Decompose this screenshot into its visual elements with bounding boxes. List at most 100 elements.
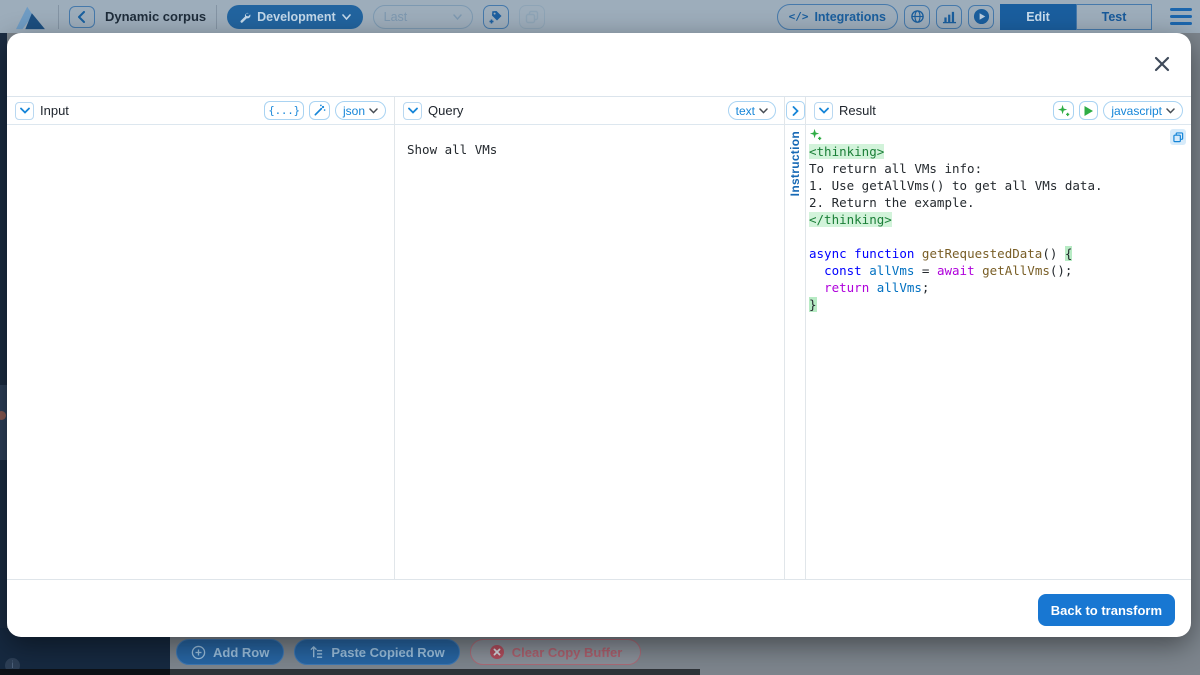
input-panel: Input {...} json	[7, 97, 395, 579]
paste-copied-row-label: Paste Copied Row	[331, 645, 444, 660]
query-editor[interactable]: Show all VMs	[395, 125, 784, 579]
app-logo[interactable]	[12, 3, 48, 31]
result-panel-header: Result	[806, 97, 1191, 125]
instruction-strip: Instruction	[785, 97, 806, 579]
bar-chart-icon	[942, 10, 957, 24]
copy-icon	[525, 10, 539, 24]
wrench-icon	[239, 11, 251, 23]
background-table-actions: Add Row Paste Copied Row Clear Copy Buff…	[176, 639, 641, 665]
hamburger-menu-icon[interactable]	[1170, 8, 1192, 25]
chevron-down-icon	[408, 107, 418, 114]
query-format-value: text	[736, 104, 755, 118]
chevron-down-icon	[369, 108, 378, 114]
chevron-down-icon	[342, 14, 351, 20]
app-screen: Dynamic corpus Development Last	[0, 0, 1200, 675]
globe-icon	[910, 9, 925, 24]
background-footer-dark	[0, 669, 170, 675]
copy-icon	[1173, 132, 1184, 143]
clear-copy-buffer-button[interactable]: Clear Copy Buffer	[470, 639, 642, 665]
play-circle-icon	[973, 8, 990, 25]
last-select[interactable]: Last	[373, 5, 473, 29]
chevron-right-icon	[792, 106, 799, 116]
development-dropdown[interactable]: Development	[227, 5, 363, 29]
result-panel: Result	[806, 97, 1191, 579]
result-format-select[interactable]: javascript	[1103, 101, 1183, 120]
edit-tab[interactable]: Edit	[1000, 4, 1076, 30]
globe-button[interactable]	[904, 5, 930, 29]
add-row-button[interactable]: Add Row	[176, 639, 284, 665]
magic-wand-icon	[313, 104, 326, 117]
development-label: Development	[257, 10, 336, 24]
result-code-lines: <thinking>To return all VMs info:1. Use …	[809, 143, 1187, 313]
result-collapse-toggle[interactable]	[814, 102, 833, 120]
sparkles-icon	[1057, 104, 1070, 117]
instruction-tab[interactable]: Instruction	[788, 131, 802, 196]
close-button[interactable]	[1151, 53, 1173, 75]
add-tag-button[interactable]	[483, 5, 509, 29]
chevron-left-icon	[77, 11, 87, 23]
chevron-down-icon	[453, 14, 462, 20]
play-icon	[1083, 105, 1094, 117]
topbar-left-group: Dynamic corpus Development Last	[12, 0, 545, 33]
chevron-down-icon	[819, 107, 829, 114]
input-panel-header: Input {...} json	[7, 97, 394, 125]
sidebar-highlight	[0, 385, 7, 460]
x-circle-icon	[489, 644, 505, 660]
sparkles-icon[interactable]	[809, 128, 822, 141]
chevron-down-icon	[759, 108, 768, 114]
code-brackets-icon: </>	[789, 10, 809, 23]
result-header-actions: javascript	[1053, 101, 1183, 120]
query-header-actions: text	[728, 101, 776, 120]
result-editor-toolbar	[809, 128, 1187, 143]
input-collapse-toggle[interactable]	[15, 102, 34, 120]
topbar: Dynamic corpus Development Last	[0, 0, 1200, 33]
input-panel-title: Input	[40, 103, 69, 118]
query-panel-header: Query text	[395, 97, 784, 125]
chevron-down-icon	[1166, 108, 1175, 114]
paste-icon	[309, 645, 324, 660]
add-row-label: Add Row	[213, 645, 269, 660]
last-select-value: Last	[384, 10, 408, 24]
input-header-actions: {...} json	[264, 101, 386, 120]
chevron-down-icon	[20, 107, 30, 114]
topbar-divider	[58, 5, 59, 29]
integrations-label: Integrations	[814, 10, 886, 24]
result-panel-title: Result	[839, 103, 876, 118]
input-format-select[interactable]: json	[335, 101, 386, 120]
close-icon	[1153, 55, 1171, 73]
copy-button[interactable]	[519, 5, 545, 29]
query-panel: Query text Show all VMs	[395, 97, 785, 579]
transform-preview-modal: Input {...} json	[7, 33, 1191, 637]
integrations-button[interactable]: </> Integrations	[777, 4, 898, 30]
input-format-value: json	[343, 104, 365, 118]
generate-button[interactable]	[1053, 101, 1074, 120]
copy-result-button[interactable]	[1170, 129, 1186, 145]
topbar-divider	[216, 5, 217, 29]
back-button[interactable]	[69, 6, 95, 28]
edit-test-toggle: Edit Test	[1000, 4, 1152, 30]
tag-plus-icon	[488, 9, 504, 25]
panel-area: Input {...} json	[7, 96, 1191, 580]
result-format-value: javascript	[1111, 104, 1162, 118]
instruction-strip-header	[785, 97, 805, 125]
expand-panel-button[interactable]	[786, 101, 805, 120]
paste-copied-row-button[interactable]: Paste Copied Row	[294, 639, 459, 665]
query-collapse-toggle[interactable]	[403, 102, 422, 120]
input-editor[interactable]	[7, 125, 394, 579]
plus-circle-icon	[191, 645, 206, 660]
clear-copy-buffer-label: Clear Copy Buffer	[512, 645, 623, 660]
test-tab[interactable]: Test	[1076, 4, 1152, 30]
result-editor[interactable]: <thinking>To return all VMs info:1. Use …	[806, 125, 1191, 579]
run-result-button[interactable]	[1079, 101, 1098, 120]
topbar-right-group: </> Integrations	[777, 0, 1192, 33]
braces-button[interactable]: {...}	[264, 101, 304, 120]
background-footer-strip	[0, 669, 700, 675]
run-button[interactable]	[968, 5, 994, 29]
background-left-sidebar	[0, 33, 7, 637]
magic-wand-button[interactable]	[309, 101, 330, 120]
back-to-transform-button[interactable]: Back to transform	[1038, 594, 1175, 626]
query-format-select[interactable]: text	[728, 101, 776, 120]
query-panel-title: Query	[428, 103, 463, 118]
analytics-button[interactable]	[936, 5, 962, 29]
modal-footer: Back to transform	[7, 581, 1191, 637]
